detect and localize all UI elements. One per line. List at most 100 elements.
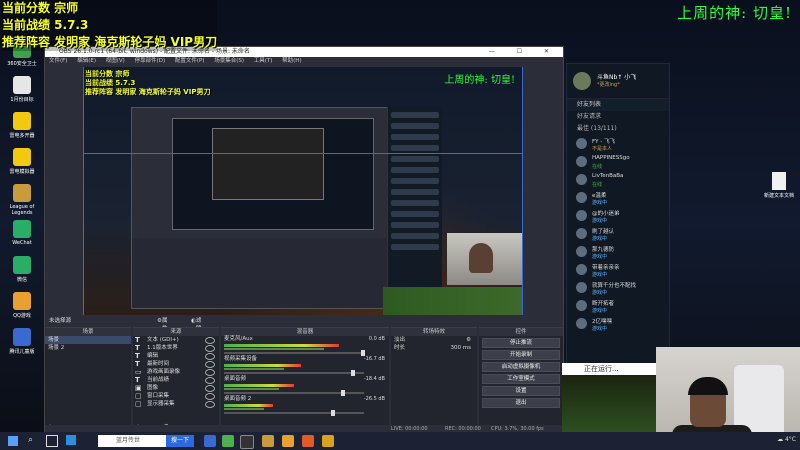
- obs-icon[interactable]: [240, 435, 254, 449]
- virtual-camera-button[interactable]: 启动虚拟摄像机: [482, 362, 560, 372]
- app-icon[interactable]: [282, 435, 294, 447]
- desktop-icon[interactable]: 雷电多开器: [0, 112, 44, 146]
- filters-button[interactable]: ◐ 滤镜: [191, 317, 201, 332]
- task-view-icon[interactable]: [46, 435, 58, 447]
- avatar[interactable]: [573, 72, 591, 90]
- desktop-icon-column: 360安全卫士 1月份目标 雷电多开器 雷电模拟器 League of Lege…: [0, 40, 44, 364]
- avatar: [576, 264, 587, 275]
- friend-item[interactable]: e温柔 游戏中: [567, 189, 669, 207]
- friend-item[interactable]: 带着亲亲亲 游戏中: [567, 261, 669, 279]
- desktop-icon[interactable]: 1月份目标: [0, 76, 44, 110]
- app-icon[interactable]: [322, 435, 334, 447]
- search-icon[interactable]: ⌕: [28, 435, 33, 445]
- emulator-icon: [13, 112, 31, 130]
- overlay-rank: 当前分数 宗师: [2, 0, 218, 17]
- search-input[interactable]: 蓝月传世 搜一下: [98, 435, 194, 447]
- mixer-track[interactable]: 麦克风/Aux 0.0 dB: [221, 336, 389, 356]
- studio-mode-button[interactable]: 工作室模式: [482, 374, 560, 384]
- audio-mixer-panel: 混音器 麦克风/Aux 0.0 dB 视频采集设备 -16.7 dB 桌面音频 -18…: [221, 327, 389, 432]
- app-icon[interactable]: [302, 435, 314, 447]
- menu-help[interactable]: 帮助(H): [282, 58, 301, 64]
- app-icon[interactable]: [204, 435, 216, 447]
- friend-requests[interactable]: 好友请求: [567, 111, 669, 123]
- menu-tools[interactable]: 工具(T): [254, 58, 273, 64]
- friend-item[interactable]: HAPPINESSgo 在线: [567, 153, 669, 171]
- menu-docks[interactable]: 停靠部件(D): [135, 58, 166, 64]
- stop-streaming-button[interactable]: 停止推流: [482, 338, 560, 348]
- friends-header: 斗鱼Nb↑ 小飞 *更改ing*: [567, 64, 669, 98]
- source-item[interactable]: T 最新时间: [133, 360, 219, 368]
- desktop-icon[interactable]: 雷电模拟器: [0, 148, 44, 182]
- eye-icon: [205, 401, 215, 408]
- friend-item[interactable]: @的小迷弟 游戏中: [567, 207, 669, 225]
- taskbar: ⌕ 蓝月传世 搜一下 ☁ 4°C: [0, 432, 800, 450]
- avatar: [576, 246, 587, 257]
- nested-webcam: [447, 233, 523, 285]
- desktop-icon[interactable]: 微信: [0, 256, 44, 290]
- source-item[interactable]: ▢ 窗口采集: [133, 392, 219, 400]
- emulator-icon: [13, 148, 31, 166]
- cloud-icon: ☁: [777, 436, 785, 443]
- avatar: [576, 318, 587, 329]
- edge-icon[interactable]: [66, 435, 76, 445]
- transition-select[interactable]: 淡出 ⚙: [391, 336, 477, 344]
- app-icon[interactable]: [222, 435, 234, 447]
- avatar: [576, 174, 587, 185]
- overlay-lineup: 推荐阵容 发明家 海克斯轮子妈 VIP男刀: [2, 34, 218, 51]
- friend-item[interactable]: 2亿嘿嘿 游戏中: [567, 315, 669, 333]
- source-item[interactable]: T 编辑: [133, 352, 219, 360]
- menu-profile[interactable]: 配置文件(P): [175, 58, 205, 64]
- source-item[interactable]: T 1.1版本世界: [133, 344, 219, 352]
- system-tray[interactable]: ☁ 4°C: [777, 436, 796, 443]
- preview-god-text: 上周的神: 切皇!: [444, 75, 515, 86]
- avatar: [576, 138, 587, 149]
- source-item[interactable]: T 当前战绩: [133, 376, 219, 384]
- scene-item[interactable]: 场景: [45, 336, 131, 344]
- friends-panel: 斗鱼Nb↑ 小飞 *更改ing* 好友列表 好友请求 最佳 (13/111) F…: [566, 63, 670, 387]
- menu-edit[interactable]: 编辑(E): [77, 58, 96, 64]
- start-recording-button[interactable]: 开始录制: [482, 350, 560, 360]
- eye-icon: [205, 369, 215, 376]
- menu-view[interactable]: 视图(V): [106, 58, 125, 64]
- friend-item[interactable]: 那九德防 游戏中: [567, 243, 669, 261]
- source-item[interactable]: ▭ 游戏画面录像: [133, 368, 219, 376]
- friend-item[interactable]: LivTenBaBa 在线: [567, 171, 669, 189]
- transition-duration[interactable]: 时长 300 ms: [391, 344, 477, 352]
- search-button[interactable]: 搜一下: [166, 435, 194, 447]
- friend-group[interactable]: 最佳 (13/111): [567, 123, 669, 135]
- source-item[interactable]: ▣ 图像: [133, 384, 219, 392]
- window-controls[interactable]: — ☐ ✕: [489, 47, 559, 57]
- mixer-track[interactable]: 桌面音频 -18.4 dB: [221, 376, 389, 396]
- running-window[interactable]: 正在运行...: [562, 363, 656, 433]
- mixer-track[interactable]: 视频采集设备 -16.7 dB: [221, 356, 389, 376]
- obs-window: OBS 26.1.0-rc1 (64-bit, windows) - 配置文件:…: [44, 46, 564, 434]
- desktop-icon[interactable]: QQ游戏: [0, 292, 44, 326]
- friend-item[interactable]: 刷了越认 游戏中: [567, 225, 669, 243]
- game-icon: [13, 292, 31, 310]
- friend-item[interactable]: 就算千分也不配找 游戏中: [567, 279, 669, 297]
- eye-icon: [205, 377, 215, 384]
- menu-file[interactable]: 文件(F): [49, 58, 67, 64]
- friend-item[interactable]: 断开拓者 游戏中: [567, 297, 669, 315]
- scene-item[interactable]: 场景 2: [45, 344, 131, 352]
- desktop-icon[interactable]: League of Legends: [0, 184, 44, 218]
- league-icon: [13, 184, 31, 202]
- friend-item[interactable]: FY - 飞飞 不是本人: [567, 135, 669, 153]
- exit-button[interactable]: 退出: [482, 398, 560, 408]
- properties-button[interactable]: ⚙ 属性: [157, 317, 167, 332]
- desktop-icon[interactable]: WeChat: [0, 220, 44, 254]
- desktop-icon[interactable]: 腾讯儿童版: [0, 328, 44, 362]
- league-icon[interactable]: [262, 435, 274, 447]
- avatar: [576, 210, 587, 221]
- overlay-god-text: 上周的神: 切皇!: [677, 4, 792, 22]
- obs-preview[interactable]: 当前分数 宗师 当前战绩 5.7.3 推荐阵容 发明家 海克斯轮子妈 VIP男刀…: [83, 67, 523, 315]
- overlay-record: 当前战绩 5.7.3: [2, 17, 218, 34]
- friends-tab[interactable]: 好友列表: [567, 98, 669, 111]
- windows-start-icon[interactable]: [8, 436, 18, 446]
- source-item[interactable]: T 文本 (GDI+): [133, 336, 219, 344]
- settings-button[interactable]: 设置: [482, 386, 560, 396]
- source-item[interactable]: ▢ 显示器采集: [133, 400, 219, 408]
- menu-scene-collection[interactable]: 场景集合(S): [214, 58, 244, 64]
- desktop-icon[interactable]: 新建文本文档: [760, 172, 798, 199]
- mixer-track[interactable]: 桌面音频 2 -26.5 dB: [221, 396, 389, 416]
